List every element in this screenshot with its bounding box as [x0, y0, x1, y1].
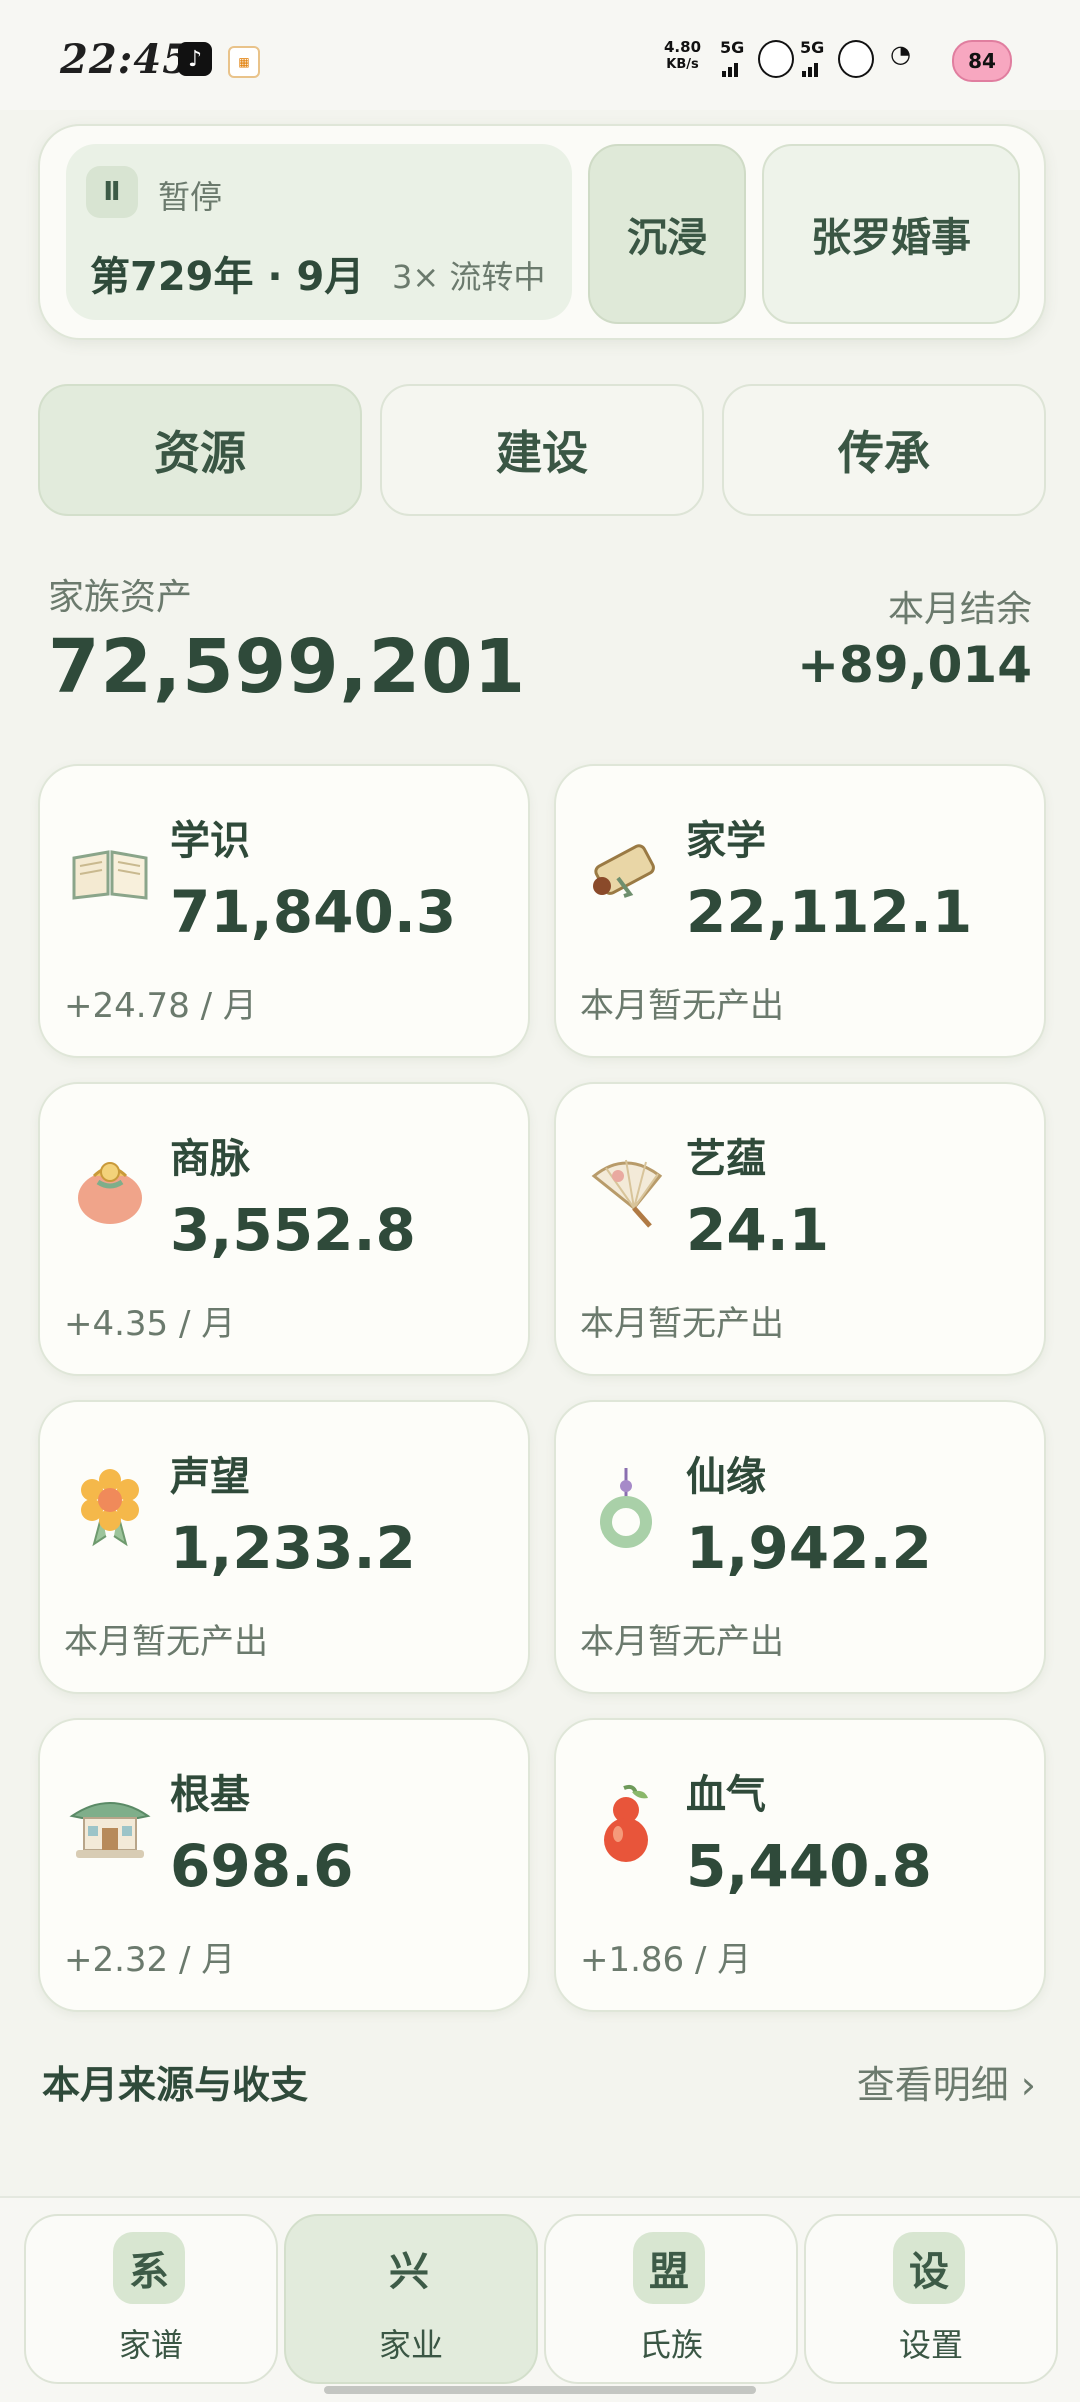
sticker-face-icon [838, 40, 874, 78]
wifi-icon: ◔ [890, 40, 911, 68]
time-status-box: Ⅱ 暂停 第729年 · 9月 3× 流转中 [66, 144, 572, 320]
resource-rate: 本月暂无产出 [580, 1622, 784, 1662]
signal-5g-label-1: 5G [720, 38, 745, 57]
resource-name: 声望 [170, 1454, 250, 1500]
nav-family-tree[interactable]: 系 家谱 [24, 2214, 278, 2384]
resource-rate: 本月暂无产出 [580, 1304, 784, 1344]
clan-icon: 盟 [633, 2232, 705, 2304]
pause-icon[interactable]: Ⅱ [86, 166, 138, 218]
status-bar: 22:45 ♪ ▦ 4.80 KB/s 5G 5G ◔ 84 [0, 0, 1080, 110]
resource-card-artistry[interactable]: 艺蕴 24.1 本月暂无产出 [554, 1082, 1046, 1376]
resource-value: 5,440.8 [686, 1832, 932, 1900]
family-tree-icon: 系 [113, 2232, 185, 2304]
signal-bars-icon [722, 58, 742, 77]
nav-family-business[interactable]: 兴 家业 [284, 2214, 538, 2384]
resource-rate: +24.78 / 月 [64, 986, 257, 1026]
resource-value: 3,552.8 [170, 1196, 416, 1264]
resource-name: 家学 [686, 818, 766, 864]
arrange-marriage-button[interactable]: 张罗婚事 [762, 144, 1020, 324]
resource-value: 1,233.2 [170, 1514, 416, 1582]
resource-value: 22,112.1 [686, 878, 973, 946]
status-time: 22:45 [60, 36, 192, 83]
signal-bars-icon [802, 58, 822, 77]
tiktok-icon: ♪ [178, 42, 212, 76]
money-bag-icon [78, 1162, 142, 1224]
immersive-mode-button[interactable]: 沉浸 [588, 144, 746, 324]
resource-card-reputation[interactable]: 声望 1,233.2 本月暂无产出 [38, 1400, 530, 1694]
resource-name: 学识 [170, 818, 250, 864]
battery-level: 84 [968, 49, 996, 73]
sticker-face-icon [758, 40, 794, 78]
game-date: 第729年 · 9月 [90, 254, 365, 300]
resource-rate: +1.86 / 月 [580, 1940, 752, 1980]
resource-name: 根基 [170, 1772, 250, 1818]
nav-label: 家谱 [118, 2326, 183, 2364]
resource-card-learning[interactable]: 学识 71,840.3 +24.78 / 月 [38, 764, 530, 1058]
scroll-icon [593, 844, 655, 898]
view-details-link[interactable]: 查看明细 › [857, 2054, 1036, 2109]
net-speed-value: 4.80 [664, 38, 702, 56]
game-speed: 3× 流转中 [392, 258, 546, 296]
jade-pendant-icon [600, 1468, 652, 1548]
gourd-icon [604, 1784, 648, 1862]
nav-label: 家业 [378, 2326, 443, 2364]
tab-resources[interactable]: 资源 [38, 384, 362, 516]
home-indicator[interactable] [324, 2386, 756, 2394]
flower-badge-icon [81, 1469, 139, 1547]
resource-value: 71,840.3 [170, 878, 457, 946]
resource-value: 1,942.2 [686, 1514, 932, 1582]
settings-icon: 设 [893, 2232, 965, 2304]
resource-rate: 本月暂无产出 [580, 986, 784, 1026]
net-speed-unit: KB/s [666, 57, 699, 72]
nav-label: 氏族 [638, 2326, 703, 2364]
resource-value: 698.6 [170, 1832, 354, 1900]
time-control-card: Ⅱ 暂停 第729年 · 9月 3× 流转中 沉浸 张罗婚事 [38, 124, 1046, 340]
notification-app-icon: ▦ [228, 46, 260, 78]
monthly-income-expense-title: 本月来源与收支 [42, 2063, 309, 2107]
resource-card-immortal-fate[interactable]: 仙缘 1,942.2 本月暂无产出 [554, 1400, 1046, 1694]
resource-card-family-study[interactable]: 家学 22,112.1 本月暂无产出 [554, 764, 1046, 1058]
tab-inheritance[interactable]: 传承 [722, 384, 1046, 516]
resource-card-commerce[interactable]: 商脉 3,552.8 +4.35 / 月 [38, 1082, 530, 1376]
family-business-icon: 兴 [389, 2249, 429, 2295]
resource-card-vitality[interactable]: 血气 5,440.8 +1.86 / 月 [554, 1718, 1046, 2012]
resource-card-foundation[interactable]: 根基 698.6 +2.32 / 月 [38, 1718, 530, 2012]
nav-label: 设置 [898, 2326, 963, 2364]
resource-value: 24.1 [686, 1196, 830, 1264]
signal-5g-label-2: 5G [800, 38, 825, 57]
book-icon [72, 850, 148, 900]
tab-construction[interactable]: 建设 [380, 384, 704, 516]
resource-name: 血气 [686, 1772, 766, 1818]
family-assets-label: 家族资产 [48, 577, 193, 618]
family-assets-value: 72,599,201 [48, 624, 527, 710]
resource-name: 商脉 [170, 1136, 250, 1182]
resource-rate: +2.32 / 月 [64, 1940, 236, 1980]
house-icon [69, 1802, 151, 1858]
battery-icon: 84 [952, 40, 1012, 82]
resource-rate: +4.35 / 月 [64, 1304, 236, 1344]
folding-fan-icon [591, 1159, 663, 1228]
resource-rate: 本月暂无产出 [64, 1622, 268, 1662]
monthly-balance-label: 本月结余 [887, 589, 1032, 630]
resource-name: 仙缘 [686, 1454, 766, 1500]
net-speed: 4.80 KB/s [664, 38, 701, 74]
nav-clan[interactable]: 盟 氏族 [544, 2214, 798, 2384]
pause-label[interactable]: 暂停 [158, 172, 222, 218]
nav-settings[interactable]: 设 设置 [804, 2214, 1058, 2384]
monthly-balance-value: +89,014 [797, 636, 1032, 694]
resource-name: 艺蕴 [686, 1136, 766, 1182]
